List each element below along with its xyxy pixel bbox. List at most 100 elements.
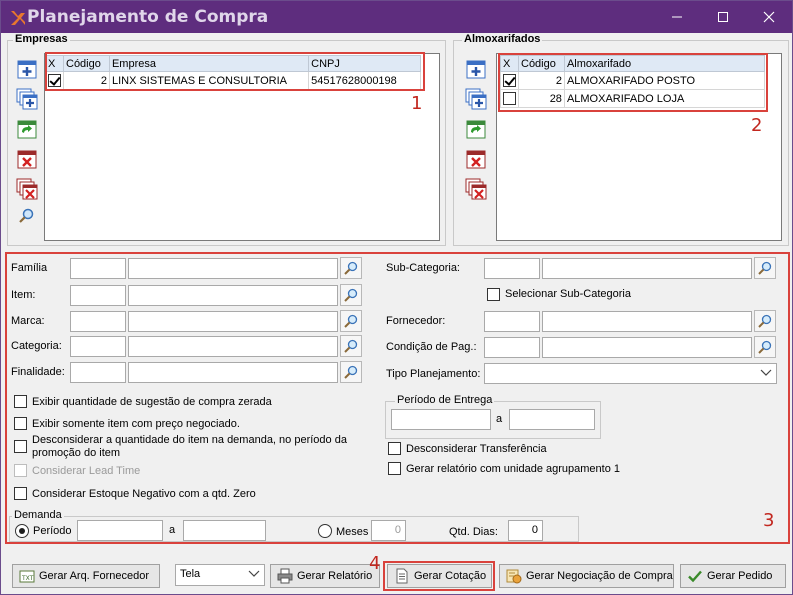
almoxarifados-title: Almoxarifados bbox=[462, 33, 543, 45]
add-multiple-icon[interactable] bbox=[16, 88, 38, 110]
item-label: Item: bbox=[11, 289, 36, 301]
annotation-number-4: 4 bbox=[369, 553, 381, 574]
magnifier-icon bbox=[344, 288, 358, 302]
text-file-icon: TXT bbox=[19, 570, 35, 583]
add-icon[interactable] bbox=[16, 58, 38, 80]
remove-all-icon[interactable] bbox=[465, 178, 487, 200]
magnifier-icon bbox=[758, 314, 772, 328]
remove-icon[interactable] bbox=[16, 148, 38, 170]
exibir-preco-negociado-checkbox[interactable] bbox=[14, 417, 27, 430]
periodo-radio[interactable] bbox=[15, 524, 29, 538]
magnifier-icon bbox=[344, 339, 358, 353]
categoria-desc-input[interactable] bbox=[128, 336, 338, 357]
desconsiderar-demanda-checkbox[interactable] bbox=[14, 440, 27, 453]
periodo-entrega-from-input[interactable] bbox=[391, 409, 491, 430]
refresh-icon[interactable] bbox=[16, 118, 38, 140]
familia-desc-input[interactable] bbox=[128, 258, 338, 279]
marca-code-input[interactable] bbox=[70, 311, 126, 332]
item-code-input[interactable] bbox=[70, 285, 126, 306]
familia-lookup-button[interactable] bbox=[340, 257, 362, 279]
magnifier-icon bbox=[344, 261, 358, 275]
qtd-dias-input[interactable]: 0 bbox=[508, 520, 543, 541]
periodo-entrega-legend: Período de Entrega bbox=[395, 394, 495, 406]
maximize-icon bbox=[718, 12, 728, 22]
gerar-arq-fornecedor-label: Gerar Arq. Fornecedor bbox=[39, 570, 150, 582]
minimize-button[interactable] bbox=[654, 1, 700, 33]
considerar-lead-time-label: Considerar Lead Time bbox=[32, 465, 141, 477]
selecionar-sub-categoria-checkbox[interactable] bbox=[487, 288, 500, 301]
gerar-relatorio-label: Gerar Relatório bbox=[297, 570, 373, 582]
desconsiderar-transferencia-checkbox[interactable] bbox=[388, 442, 401, 455]
condicao-pag-label: Condição de Pag.: bbox=[386, 341, 477, 353]
desconsiderar-demanda-label-line2: promoção do item bbox=[32, 447, 121, 459]
annotation-number-1: 1 bbox=[411, 93, 423, 114]
finalidade-desc-input[interactable] bbox=[128, 362, 338, 383]
periodo-entrega-to-input[interactable] bbox=[509, 409, 595, 430]
output-select[interactable]: Tela bbox=[175, 564, 265, 586]
remove-all-icon[interactable] bbox=[16, 178, 38, 200]
maximize-button[interactable] bbox=[700, 1, 746, 33]
tipo-planejamento-label: Tipo Planejamento: bbox=[386, 368, 481, 380]
finalidade-lookup-button[interactable] bbox=[340, 361, 362, 383]
finalidade-code-input[interactable] bbox=[70, 362, 126, 383]
meses-radio[interactable] bbox=[318, 524, 332, 538]
fornecedor-code-input[interactable] bbox=[484, 311, 540, 332]
considerar-lead-time-checkbox[interactable] bbox=[14, 464, 27, 477]
sub-categoria-lookup-button[interactable] bbox=[754, 257, 776, 279]
checkmark-icon bbox=[688, 570, 702, 583]
meses-label: Meses bbox=[336, 526, 369, 538]
fornecedor-desc-input[interactable] bbox=[542, 311, 752, 332]
marca-lookup-button[interactable] bbox=[340, 310, 362, 332]
magnifier-icon bbox=[344, 314, 358, 328]
sub-categoria-desc-input[interactable] bbox=[542, 258, 752, 279]
highlight-box-1 bbox=[45, 52, 425, 91]
item-desc-input[interactable] bbox=[128, 285, 338, 306]
gerar-pedido-button[interactable]: Gerar Pedido bbox=[680, 564, 786, 588]
considerar-estoque-negativo-label: Considerar Estoque Negativo com a qtd. Z… bbox=[32, 488, 256, 500]
search-icon[interactable] bbox=[18, 207, 36, 225]
highlight-box-2 bbox=[498, 53, 768, 112]
condicao-pag-code-input[interactable] bbox=[484, 337, 540, 358]
categoria-label: Categoria: bbox=[11, 340, 62, 352]
tipo-planejamento-select[interactable] bbox=[484, 363, 777, 384]
chevron-down-icon bbox=[760, 369, 772, 376]
demanda-to-input[interactable] bbox=[183, 520, 266, 541]
gerar-relatorio-button[interactable]: Gerar Relatório bbox=[270, 564, 380, 588]
highlight-box-4 bbox=[383, 561, 495, 591]
add-icon[interactable] bbox=[465, 58, 487, 80]
considerar-estoque-negativo-checkbox[interactable] bbox=[14, 487, 27, 500]
gerar-relatorio-agrupamento-checkbox[interactable] bbox=[388, 462, 401, 475]
demanda-a-label: a bbox=[169, 524, 176, 536]
desconsiderar-demanda-label-line1: Desconsiderar a quantidade do item na de… bbox=[32, 434, 347, 446]
fornecedor-lookup-button[interactable] bbox=[754, 310, 776, 332]
familia-code-input[interactable] bbox=[70, 258, 126, 279]
annotation-number-3: 3 bbox=[763, 510, 775, 531]
gerar-negociacao-button[interactable]: Gerar Negociação de Compra bbox=[499, 564, 674, 588]
item-lookup-button[interactable] bbox=[340, 284, 362, 306]
condicao-pag-desc-input[interactable] bbox=[542, 337, 752, 358]
exibir-qtd-zerada-checkbox[interactable] bbox=[14, 395, 27, 408]
refresh-icon[interactable] bbox=[465, 118, 487, 140]
add-multiple-icon[interactable] bbox=[465, 88, 487, 110]
demanda-from-input[interactable] bbox=[77, 520, 163, 541]
annotation-number-2: 2 bbox=[751, 115, 763, 136]
periodo-label: Período bbox=[33, 525, 72, 537]
svg-text:TXT: TXT bbox=[21, 575, 34, 582]
sub-categoria-label: Sub-Categoria: bbox=[386, 262, 460, 274]
sub-categoria-code-input[interactable] bbox=[484, 258, 540, 279]
magnifier-icon bbox=[758, 261, 772, 275]
marca-desc-input[interactable] bbox=[128, 311, 338, 332]
close-button[interactable] bbox=[746, 1, 792, 33]
remove-icon[interactable] bbox=[465, 148, 487, 170]
minimize-icon bbox=[672, 16, 682, 18]
meses-input[interactable]: 0 bbox=[371, 520, 406, 541]
gerar-arq-fornecedor-button[interactable]: TXT Gerar Arq. Fornecedor bbox=[12, 564, 160, 588]
marca-label: Marca: bbox=[11, 315, 45, 327]
finalidade-label: Finalidade: bbox=[11, 366, 65, 378]
gerar-pedido-label: Gerar Pedido bbox=[707, 570, 773, 582]
categoria-lookup-button[interactable] bbox=[340, 335, 362, 357]
categoria-code-input[interactable] bbox=[70, 336, 126, 357]
negotiation-icon bbox=[506, 569, 522, 584]
condicao-pag-lookup-button[interactable] bbox=[754, 336, 776, 358]
output-select-value: Tela bbox=[180, 568, 201, 580]
